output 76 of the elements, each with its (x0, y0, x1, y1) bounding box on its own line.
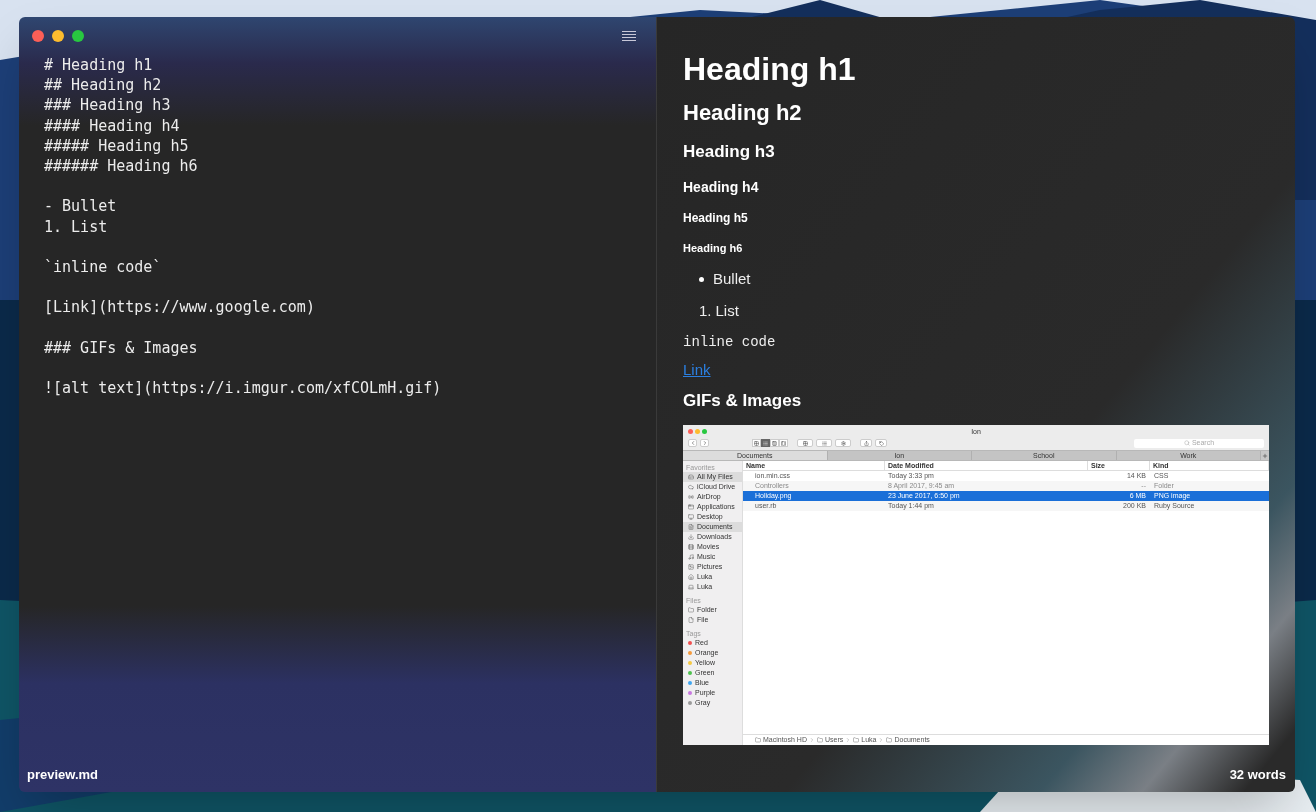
sidebar-icon (688, 554, 694, 561)
editor-line: ###### Heading h6 (44, 156, 199, 177)
share-icon (863, 440, 869, 446)
columns-icon (772, 440, 777, 446)
sidebar-icon (688, 584, 694, 591)
preview-heading: Heading h1 (683, 50, 856, 89)
list-item: List (715, 300, 739, 321)
preview-heading: Heading h6 (683, 242, 743, 256)
chevron-icon (878, 737, 885, 744)
sort-button[interactable] (816, 439, 832, 448)
folder-icon (853, 737, 860, 744)
folder-icon (755, 737, 761, 744)
close-button[interactable] (32, 30, 44, 42)
file-name: preview.md (27, 766, 99, 785)
editor-line: `inline code` (44, 257, 163, 278)
sidebar-icon (688, 544, 694, 551)
editor-line: # Heading h1 (44, 55, 154, 76)
grid-icon (754, 440, 759, 446)
preview-heading: Heading h5 (683, 211, 748, 227)
sidebar-icon (688, 474, 694, 481)
icon-view-button[interactable] (752, 439, 761, 448)
editor-line: ![alt text](https://i.imgur.com/xfCOLmH.gif) (44, 378, 443, 399)
tag-icon (878, 440, 884, 446)
editor-line: 1. List (44, 216, 109, 237)
folder-icon (886, 737, 893, 744)
column-view-button[interactable] (770, 439, 779, 448)
share-button[interactable] (860, 439, 872, 448)
gallery-icon (781, 440, 786, 446)
menu-icon[interactable] (622, 31, 636, 41)
tag-button[interactable] (875, 439, 887, 448)
sidebar-icon (688, 607, 694, 614)
sidebar-icon (688, 514, 694, 521)
editor-line: ## Heading h2 (44, 75, 163, 96)
settings-icon (840, 440, 846, 446)
list-icon (763, 440, 768, 446)
list-icon (821, 440, 827, 446)
sidebar-icon (688, 524, 694, 531)
grid-icon (802, 440, 808, 446)
link[interactable]: Link (683, 361, 711, 378)
sidebar-icon (688, 564, 694, 571)
sidebar-icon (688, 574, 694, 581)
list-number: 1. (699, 300, 712, 321)
sidebar-icon (688, 504, 694, 511)
list-view-button[interactable] (761, 439, 770, 448)
gallery-view-button[interactable] (779, 439, 788, 448)
plus-icon (1262, 452, 1268, 459)
preview-heading: Heading h2 (683, 99, 802, 127)
chevron-right-icon (701, 440, 708, 447)
editor-line: ##### Heading h5 (44, 135, 190, 156)
editor-line: ### Heading h3 (44, 95, 172, 116)
back-button[interactable] (688, 439, 697, 448)
preview-heading: Heading h4 (683, 178, 759, 197)
preview-heading: GIFs & Images (683, 390, 802, 412)
chevron-left-icon (689, 440, 696, 447)
zoom-button[interactable] (72, 30, 84, 42)
folder-icon (816, 737, 823, 744)
inline-code: inline code (683, 334, 776, 350)
word-count: 32 words (1229, 766, 1286, 785)
chevron-icon (808, 737, 815, 744)
add-tab-button[interactable] (1261, 451, 1269, 461)
preview-heading: Heading h3 (683, 140, 775, 162)
settings-button[interactable] (835, 439, 851, 448)
editor-line: [Link](https://www.google.com) (44, 297, 316, 318)
editor-line: - Bullet (44, 196, 118, 217)
minimize-button[interactable] (52, 30, 64, 42)
sidebar-icon (688, 484, 694, 491)
editor-line: ### GIFs & Images (44, 337, 199, 358)
sidebar-icon (688, 617, 694, 624)
arrange-button[interactable] (797, 439, 813, 448)
list-item: Bullet (713, 269, 751, 289)
search-icon (1183, 440, 1190, 447)
sidebar-icon (688, 494, 694, 501)
forward-button[interactable] (700, 439, 709, 448)
editor-line: #### Heading h4 (44, 115, 181, 136)
chevron-icon (845, 737, 852, 744)
sidebar-icon (688, 534, 694, 541)
